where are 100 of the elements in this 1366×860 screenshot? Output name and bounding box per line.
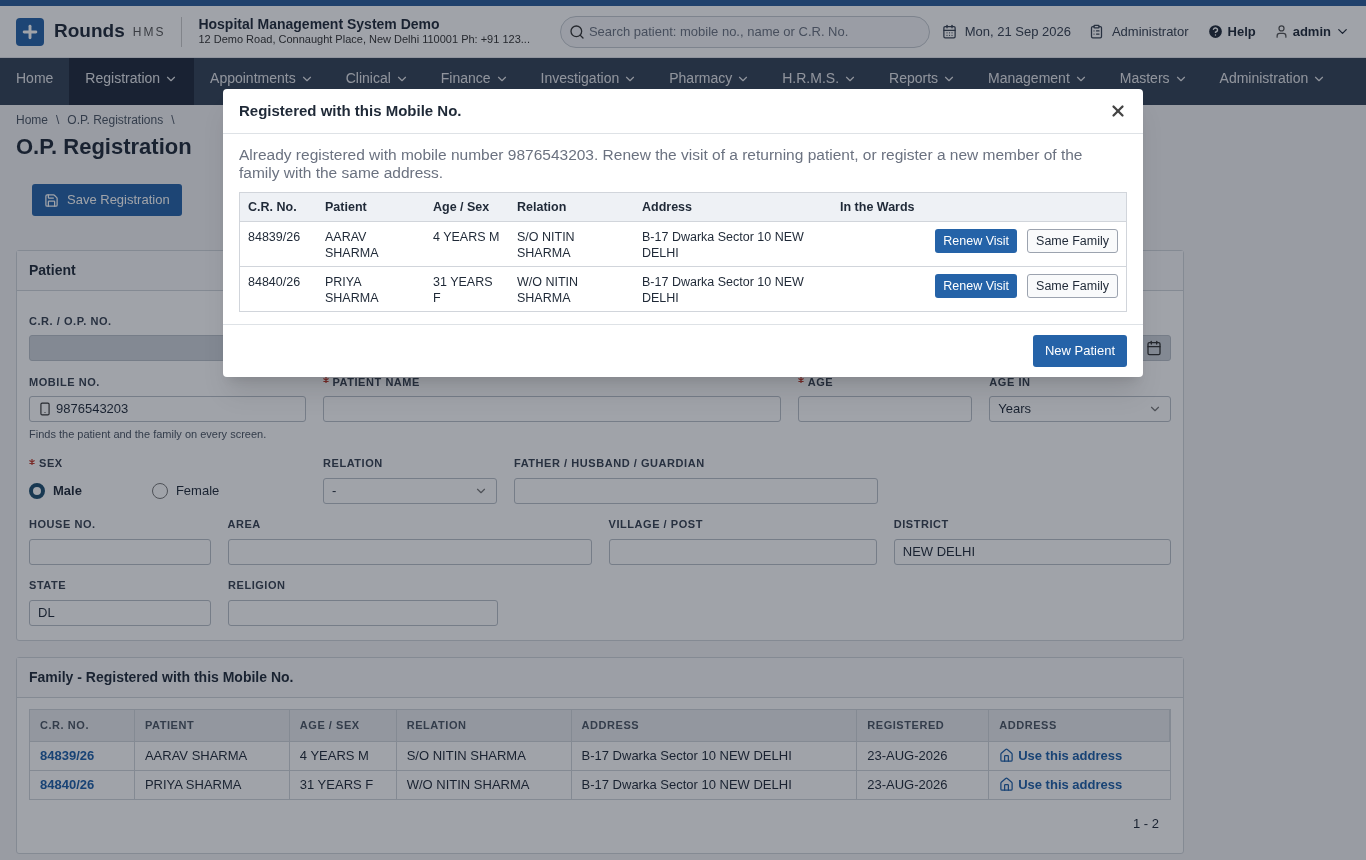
page-title: O.P. Registration	[16, 133, 192, 161]
table-cell: 4 YEARS M	[433, 229, 501, 245]
use-address-link[interactable]: Use this address	[999, 745, 1123, 766]
field-label: MOBILE NO.	[29, 374, 100, 390]
column-header: ADDRESS	[571, 709, 858, 741]
calendar-icon	[941, 24, 957, 39]
select-field[interactable]: Years	[989, 396, 1171, 422]
role-text: Administrator	[1111, 22, 1189, 41]
input-field[interactable]: 9876543203	[29, 396, 306, 422]
same-family-button[interactable]: Same Family	[1027, 274, 1118, 298]
breadcrumb-link[interactable]: Home	[16, 111, 48, 129]
cr-number-link[interactable]: 84840/26	[40, 774, 95, 795]
new-patient-button[interactable]: New Patient	[1032, 335, 1127, 367]
field-label: AGE	[807, 374, 834, 390]
field-label: AREA	[227, 517, 261, 533]
field-label: PATIENT NAME	[332, 374, 420, 390]
nav-tab[interactable]: Administration	[1203, 58, 1343, 105]
phone-icon	[38, 402, 52, 416]
table-cell: 4 YEARS M	[289, 741, 397, 770]
table-cell: PRIYA SHARMA	[134, 770, 290, 799]
nav-tab[interactable]: Registration	[69, 58, 195, 105]
input-field[interactable]	[608, 538, 877, 565]
table-cell-text: W/O NITIN SHARMA	[517, 274, 580, 306]
table-cell-text: 31 YEARS F	[433, 274, 494, 306]
brand-suffix: HMS	[132, 23, 166, 41]
table-cell: 23-AUG-2026	[857, 770, 990, 799]
table-cell: W/O NITIN SHARMA	[396, 770, 572, 799]
nav-tab[interactable]: Management	[972, 58, 1104, 105]
table-cell: 31 YEARS F	[289, 770, 397, 799]
nav-tab[interactable]: Investigation	[524, 58, 654, 105]
table-cell-text: B-17 Dwarka Sector 10 NEW DELHI	[642, 229, 805, 261]
help-link[interactable]: Help	[1206, 21, 1256, 42]
user-icon	[1273, 24, 1289, 39]
user-menu[interactable]: admin	[1273, 21, 1350, 42]
field-label: AGE IN	[989, 374, 1031, 390]
table-cell: B-17 Dwarka Sector 10 NEW DELHI	[571, 770, 858, 799]
table-cell-text: S/O NITIN SHARMA	[517, 229, 576, 261]
clipboard-icon	[1088, 24, 1104, 39]
column-header: Patient	[324, 198, 368, 216]
table-cell-text: 84840/26	[248, 274, 302, 290]
save-button[interactable]: Save Registration	[32, 184, 182, 216]
calendar-icon	[1146, 340, 1162, 356]
select-field[interactable]: -	[323, 477, 497, 504]
panel-title: Patient	[29, 261, 76, 280]
help-icon	[1206, 23, 1224, 40]
input-field[interactable]: DL	[29, 599, 211, 626]
input-field[interactable]	[322, 396, 781, 422]
input-field[interactable]	[514, 477, 878, 504]
column-header: Address	[641, 198, 694, 216]
radio-option[interactable]: Male	[29, 480, 82, 501]
pager-text: 1 - 2	[1133, 814, 1159, 833]
table-cell: 23-AUG-2026	[857, 741, 990, 770]
brand-name: Rounds	[54, 19, 125, 44]
input-field[interactable]	[228, 599, 498, 626]
field-label: VILLAGE / POST	[608, 517, 703, 533]
input-field[interactable]	[227, 538, 592, 565]
field-label: C.R. / O.P. NO.	[29, 313, 112, 329]
nav-tab[interactable]: Masters	[1103, 58, 1204, 105]
column-header: Relation	[516, 198, 568, 216]
breadcrumb-separator: \	[171, 112, 175, 129]
renew-visit-button[interactable]: Renew Visit	[935, 229, 1018, 253]
modal-message: Already registered with mobile number 9876543203. Renew the visit of a returning patient, or register a new member of the family with the same address.	[239, 146, 1084, 182]
breadcrumb-separator: \	[56, 112, 60, 129]
field-label: RELIGION	[228, 578, 286, 594]
org-address: 12 Demo Road, Connaught Place, New Delhi 110001 Ph: +91 123...	[198, 33, 530, 48]
input-field[interactable]	[797, 396, 973, 422]
field-label: STATE	[29, 578, 67, 594]
radio-option[interactable]: Female	[151, 480, 220, 501]
table-cell-text: AARAV SHARMA	[325, 229, 380, 261]
use-address-link[interactable]: Use this address	[999, 774, 1123, 795]
search-icon	[568, 23, 585, 40]
house-icon	[999, 748, 1015, 763]
table-cell-text: PRIYA SHARMA	[325, 274, 380, 306]
field-label: HOUSE NO.	[29, 517, 96, 533]
column-header: Age / Sex	[432, 198, 491, 216]
table-cell: AARAV SHARMA	[134, 741, 290, 770]
table-cell: B-17 Dwarka Sector 10 NEW DELHI	[571, 741, 858, 770]
close-icon[interactable]	[1109, 102, 1127, 120]
breadcrumb-link[interactable]: O.P. Registrations	[67, 111, 164, 129]
cr-number-link[interactable]: 84839/26	[40, 745, 95, 766]
input-field[interactable]	[29, 538, 211, 565]
column-header: REGISTERED	[857, 709, 990, 741]
nav-tab[interactable]: H.R.M.S.	[766, 58, 874, 105]
logo-icon	[16, 17, 44, 46]
search-field[interactable]: Search patient: mobile no., name or C.R. No.	[559, 15, 930, 48]
table-cell: S/O NITIN SHARMA	[396, 741, 572, 770]
panel-title: Family - Registered with this Mobile No.	[29, 667, 294, 687]
same-family-button[interactable]: Same Family	[1027, 229, 1118, 253]
renew-visit-button[interactable]: Renew Visit	[935, 274, 1018, 298]
column-header: In the Wards	[839, 198, 916, 216]
column-header: C.R. No.	[247, 198, 298, 216]
nav-tab[interactable]: Reports	[873, 58, 973, 105]
date-text: Mon, 21 Sep 2026	[964, 22, 1071, 41]
column-header: RELATION	[396, 709, 572, 741]
org-name: Hospital Management System Demo	[198, 15, 441, 34]
table-cell-text: 84839/26	[248, 229, 302, 245]
column-header: ADDRESS	[989, 709, 1170, 741]
field-label: SEX	[39, 456, 63, 472]
input-field[interactable]: NEW DELHI	[893, 538, 1171, 565]
nav-tab[interactable]: Pharmacy	[653, 58, 767, 105]
